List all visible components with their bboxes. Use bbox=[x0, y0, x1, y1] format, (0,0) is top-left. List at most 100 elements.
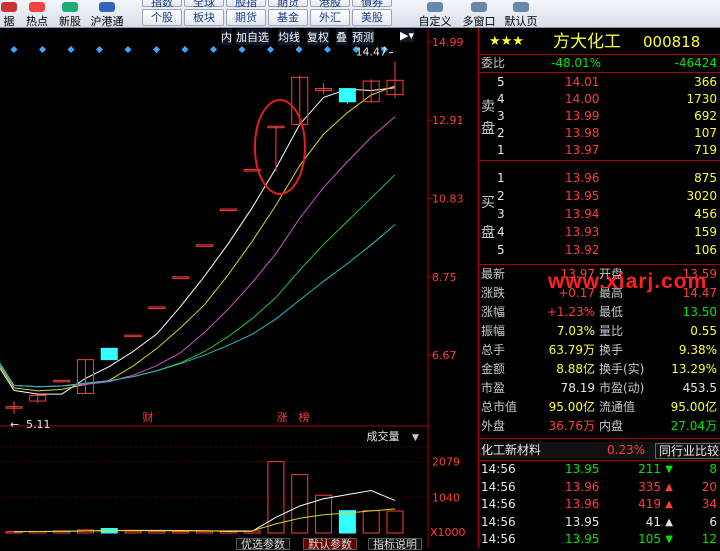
market-button-top[interactable]: 全球 bbox=[184, 0, 224, 9]
stat-value: 13.29% bbox=[671, 362, 717, 376]
price-tick-label: 10.83 bbox=[432, 193, 464, 206]
tick-time: 14:56 bbox=[481, 462, 516, 476]
stat-row: 市盈 78.19 市盈(动) 453.5 bbox=[479, 380, 720, 397]
bid-price: 13.96 bbox=[565, 171, 600, 185]
chart-menu-item[interactable]: 内 bbox=[221, 29, 232, 45]
bid-row: 5 13.92 106 bbox=[479, 242, 720, 259]
market-button[interactable]: 基金 bbox=[268, 9, 308, 26]
tab-default-params[interactable]: 默认参数 bbox=[303, 538, 357, 551]
stat-row: 金额 8.88亿 换手(实) 13.29% bbox=[479, 361, 720, 378]
stat-value: 95.00亿 bbox=[670, 400, 717, 414]
level: 4 bbox=[497, 92, 505, 106]
level: 2 bbox=[497, 189, 505, 203]
ask-row: 2 13.98 107 bbox=[479, 125, 720, 142]
sector-name[interactable]: 化工新材料 bbox=[481, 442, 541, 459]
market-button[interactable]: 板块 bbox=[184, 9, 224, 26]
market-button[interactable]: 美股 bbox=[352, 9, 392, 26]
event-diamond-icon bbox=[95, 45, 104, 54]
event-diamond-icon bbox=[67, 45, 75, 54]
stat-label: 量比 bbox=[599, 324, 624, 338]
tab-optimized-params[interactable]: 优选参数 bbox=[236, 538, 290, 551]
stat-label: 总市值 bbox=[481, 400, 518, 414]
tick-volume: 419 bbox=[638, 497, 661, 511]
sector-compare-button[interactable]: 同行业比较 bbox=[655, 443, 720, 459]
stat-row: 外盘 36.76万 内盘 27.04万 bbox=[479, 418, 720, 435]
volume-title: 成交量 bbox=[367, 429, 400, 443]
low-price-label: 5.11 bbox=[26, 418, 51, 431]
market-button-top[interactable]: 指数 bbox=[142, 0, 182, 9]
weibi-row: 委比 -48.01% -46424 bbox=[479, 55, 720, 72]
tick-row: 14:56 13.96 335 20 ▲ bbox=[479, 479, 720, 496]
level: 5 bbox=[497, 75, 505, 89]
chart-menu-item[interactable]: 预测 bbox=[352, 29, 374, 45]
tick-price: 13.95 bbox=[565, 462, 600, 476]
toolbar-label: 据 bbox=[3, 15, 15, 28]
event-marker: 涨 bbox=[277, 411, 288, 424]
rating-stars: ★★★ bbox=[489, 34, 524, 49]
tick-time: 14:56 bbox=[481, 532, 516, 546]
candle-body bbox=[100, 347, 118, 361]
moving-average-line bbox=[0, 85, 396, 392]
bid-volume: 159 bbox=[694, 225, 717, 239]
market-button-top[interactable]: 港股 bbox=[310, 0, 350, 9]
market-button[interactable]: 期货 bbox=[226, 9, 266, 26]
stat-value: 78.19 bbox=[560, 381, 595, 395]
level: 1 bbox=[497, 171, 505, 185]
toolbar-button-custom[interactable]: 自定义 bbox=[416, 2, 454, 28]
toolbar-button-multi-window[interactable]: 多窗口 bbox=[460, 2, 498, 28]
arrow-down-icon: ▼ bbox=[665, 534, 673, 545]
ask-row: 3 13.99 692 bbox=[479, 108, 720, 125]
toolbar-button-data[interactable]: 据 bbox=[0, 2, 18, 28]
ask-volume: 692 bbox=[694, 109, 717, 123]
stat-value: 36.76万 bbox=[548, 419, 595, 433]
market-button[interactable]: 外汇 bbox=[310, 9, 350, 26]
price-tick-label: 14.99 bbox=[432, 36, 464, 49]
bid-volume: 875 bbox=[694, 171, 717, 185]
chart-menu-item[interactable]: 叠 bbox=[336, 29, 347, 45]
market-button[interactable]: 个股 bbox=[142, 9, 182, 26]
toolbar-label: 热点 bbox=[26, 15, 48, 28]
tab-indicator-help[interactable]: 指标说明 bbox=[368, 538, 422, 551]
tick-volume: 105 bbox=[638, 532, 661, 546]
level: 3 bbox=[497, 207, 505, 221]
market-button-top[interactable]: 期货 bbox=[268, 0, 308, 9]
toolbar-button-shhk-connect[interactable]: 沪港通 bbox=[88, 2, 126, 28]
ask-row: 4 14.00 1730 bbox=[479, 91, 720, 108]
market-button-top[interactable]: 債券 bbox=[352, 0, 392, 9]
moving-average-line bbox=[0, 116, 396, 388]
stat-label: 涨跌 bbox=[481, 286, 506, 300]
tick-row: 14:56 13.96 419 34 ▲ bbox=[479, 496, 720, 513]
chart-menu-item[interactable]: 复权 bbox=[307, 29, 329, 45]
toolbar-button-new-stock[interactable]: 新股 bbox=[56, 2, 84, 28]
sector-row: 化工新材料 0.23% 同行业比较 bbox=[479, 442, 720, 459]
stat-value: 95.00亿 bbox=[548, 400, 595, 414]
market-button-top[interactable]: 股指 bbox=[226, 0, 266, 9]
ask-price: 14.01 bbox=[565, 75, 600, 89]
dropdown-icon: ▼ bbox=[412, 433, 419, 443]
toolbar-label: 新股 bbox=[59, 15, 81, 28]
toolbar-label: 多窗口 bbox=[462, 15, 496, 28]
kline-chart-panel[interactable]: 14.99 12.91 10.83 8.75 6.67 14.47 5.11 ← 财 涨榜成交量 ▼… bbox=[0, 28, 478, 551]
event-marker: 榜 bbox=[299, 410, 310, 424]
toolbar-button-hotspot[interactable]: 热点 bbox=[22, 2, 52, 28]
chart-menu-item[interactable]: 均线 bbox=[278, 29, 300, 45]
volume-bar bbox=[124, 530, 142, 534]
stat-value: 453.5 bbox=[682, 381, 717, 395]
toolbar-button-default-page[interactable]: 默认页 bbox=[502, 2, 540, 28]
stat-value: 27.04万 bbox=[670, 419, 717, 433]
event-diamond-icon bbox=[152, 45, 161, 54]
event-diamond-icon bbox=[38, 45, 47, 54]
level: 3 bbox=[497, 109, 505, 123]
data-icon bbox=[1, 2, 17, 12]
watermark: www.xiarj.com bbox=[548, 270, 708, 293]
kline-chart[interactable]: 14.99 12.91 10.83 8.75 6.67 14.47 5.11 ← 财 涨榜成交量 ▼… bbox=[0, 28, 478, 548]
event-diamond-icon bbox=[209, 45, 218, 54]
arrow-up-icon: ▲ bbox=[665, 516, 673, 528]
candle-body bbox=[148, 306, 166, 309]
menu-arrow-icon[interactable]: ▶▾ bbox=[400, 29, 414, 42]
price-tick-label: 6.67 bbox=[432, 349, 457, 362]
volume-ma-line bbox=[13, 490, 396, 533]
chart-menu-item[interactable]: 加自选 bbox=[236, 29, 269, 45]
stat-value: 13.50 bbox=[682, 305, 717, 319]
bid-volume: 3020 bbox=[686, 189, 717, 203]
